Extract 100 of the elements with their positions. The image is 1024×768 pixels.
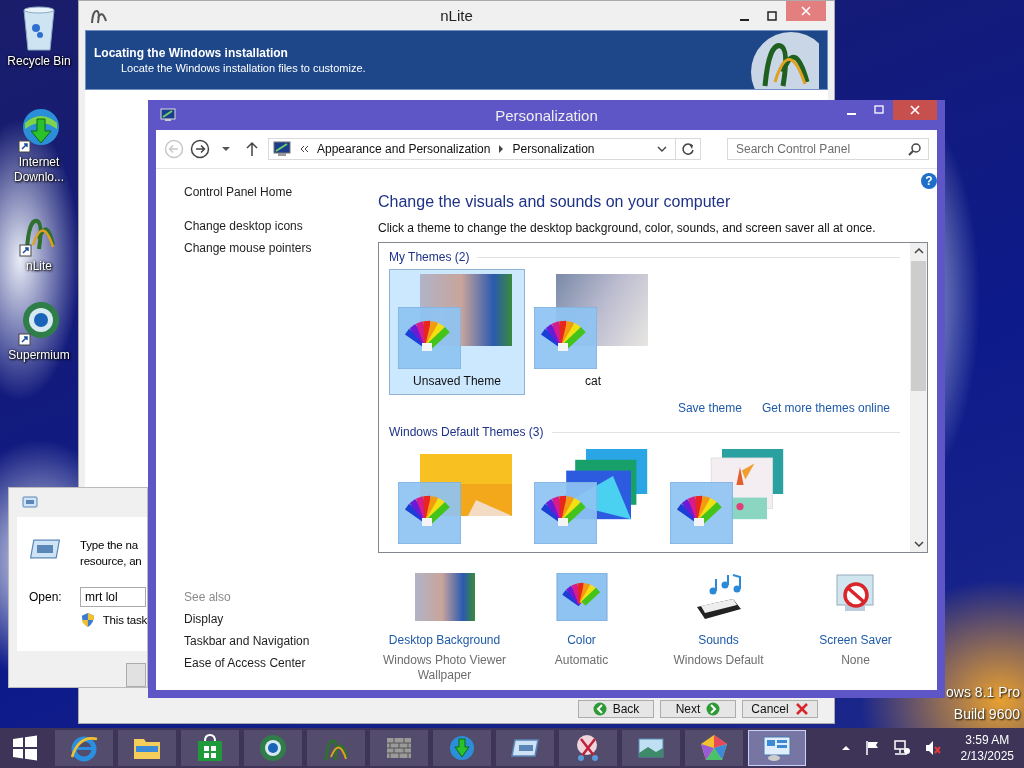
nav-link[interactable]: Change desktop icons: [184, 219, 303, 233]
shield-icon: [81, 611, 95, 629]
taskbar-app[interactable]: [244, 730, 302, 766]
scroll-down-icon: [913, 540, 924, 548]
windows-logo-icon: [12, 735, 38, 761]
desktop-shortcut[interactable]: Recycle Bin: [0, 4, 78, 69]
refresh-icon: [681, 142, 695, 156]
search-icon: [908, 142, 922, 156]
taskbar-app[interactable]: [55, 730, 113, 766]
color-fan-icon: [670, 482, 733, 544]
wizard-button[interactable]: Cancel: [742, 700, 818, 718]
help-button[interactable]: ?: [921, 173, 937, 189]
volume-muted-icon[interactable]: [923, 740, 942, 756]
setting-value: None: [840, 653, 871, 668]
shortcut-label: Supermium: [7, 348, 71, 363]
step-description: Locate the Windows installation files to customize.: [120, 62, 367, 74]
chevrons-icon: [299, 145, 309, 153]
admin-note: This task: [102, 614, 147, 626]
taskbar-app[interactable]: [433, 730, 491, 766]
color-fan-icon: [398, 307, 461, 369]
setting-value: Automatic: [553, 653, 610, 668]
theme-name: cat: [585, 374, 601, 388]
desktop-shortcut[interactable]: Internet Downlo...: [0, 105, 78, 185]
up-arrow-icon: [245, 141, 259, 157]
forward-button[interactable]: [190, 139, 210, 159]
show-hidden-icons-icon[interactable]: [840, 744, 851, 752]
setting-link[interactable]: Screen Saver: [819, 633, 892, 647]
group-heading: Windows Default Themes (3): [389, 425, 544, 439]
taskbar-app[interactable]: [559, 730, 617, 766]
taskbar-app[interactable]: [118, 730, 176, 766]
shortcut-label: nLite: [25, 259, 53, 274]
breadcrumb[interactable]: Personalization: [512, 142, 595, 156]
taskbar-app[interactable]: [181, 730, 239, 766]
breadcrumb-arrow-icon: [498, 145, 505, 153]
globe-icon: [258, 733, 288, 763]
flag-icon[interactable]: [863, 740, 880, 756]
control-panel-icon: [762, 733, 792, 763]
desktop-shortcut[interactable]: Supermium: [0, 298, 78, 363]
caret-icon: [221, 145, 231, 153]
shopping-bag-icon: [195, 733, 225, 763]
run-icon: [21, 495, 39, 510]
taskbar-app[interactable]: [748, 730, 806, 766]
instruction-text: resource, an: [80, 554, 142, 569]
nav-link[interactable]: Control Panel Home: [184, 185, 293, 199]
scroll-up-icon: [913, 247, 924, 255]
open-label: Open:: [29, 590, 63, 604]
nav-link[interactable]: Change mouse pointers: [184, 241, 312, 255]
search-field[interactable]: Search Control Panel: [727, 138, 929, 160]
group-heading: My Themes (2): [389, 250, 470, 264]
shortcut-label: Internet Downlo...: [13, 155, 65, 185]
taskbar-app[interactable]: [496, 730, 554, 766]
theme-link[interactable]: Get more themes online: [761, 401, 890, 415]
photo-placeholder: [414, 573, 475, 621]
setting-link[interactable]: Sounds: [698, 633, 739, 647]
theme-tile[interactable]: cat: [525, 269, 661, 395]
wizard-button[interactable]: Back: [578, 700, 654, 718]
maximize-icon: [767, 10, 777, 21]
close-icon: [801, 6, 811, 16]
command-field[interactable]: mrt lol: [80, 587, 146, 607]
setting-value: Windows Default: [672, 653, 765, 668]
address-bar[interactable]: Appearance and Personalization Personalization: [268, 138, 701, 160]
setting-value: Windows Photo Viewer Wallpaper: [381, 653, 508, 683]
color-fan-icon: [534, 482, 597, 544]
windows-version-text: ows 8.1 Pro: [946, 684, 1020, 700]
shortcut-label: Recycle Bin: [6, 54, 72, 69]
taskbar-app[interactable]: [622, 730, 680, 766]
theme-tile[interactable]: Unsaved Theme: [389, 269, 525, 395]
maximize-icon: [874, 105, 884, 115]
page-description: Click a theme to change the desktop background, color, sounds, and screen saver all at once.: [378, 221, 877, 235]
breadcrumb[interactable]: Appearance and Personalization: [317, 142, 491, 156]
close-icon: [910, 105, 920, 115]
see-also-link[interactable]: Ease of Access Center: [184, 656, 306, 670]
instruction-text: Type the na: [80, 538, 139, 553]
dropdown-caret-icon: [657, 145, 667, 153]
window-title: nLite: [439, 7, 474, 24]
scrollbar[interactable]: [910, 243, 927, 552]
page-heading: Change the visuals and sounds on your computer: [378, 193, 732, 211]
n-logo-icon: [749, 31, 819, 89]
see-also-link[interactable]: Display: [184, 612, 224, 626]
theme-name: Unsaved Theme: [413, 374, 501, 388]
step-title: Locating the Windows installation: [94, 46, 289, 60]
see-also-link[interactable]: Taskbar and Navigation: [184, 634, 310, 648]
wizard-button[interactable]: Next: [660, 700, 736, 718]
run-icon: [29, 537, 61, 561]
clock[interactable]: 3:59 AM 2/13/2025: [960, 732, 1014, 764]
monitor-icon: [273, 141, 291, 157]
color-fan-icon: [398, 482, 461, 544]
network-icon[interactable]: [892, 740, 911, 756]
windows-version-text: Build 9600: [953, 706, 1020, 722]
monitor-icon: [160, 108, 176, 122]
minimize-icon: [846, 113, 856, 115]
taskbar-app[interactable]: [685, 730, 743, 766]
see-also-heading: See also: [184, 590, 231, 604]
close-button[interactable]: [893, 100, 937, 120]
setting-link[interactable]: Color: [567, 633, 596, 647]
pentagon-icon: [699, 733, 729, 763]
theme-link[interactable]: Save theme: [677, 401, 742, 415]
window-title: Personalization: [494, 106, 599, 124]
setting-link[interactable]: Desktop Background: [388, 633, 501, 647]
cross-icon: [794, 702, 809, 716]
